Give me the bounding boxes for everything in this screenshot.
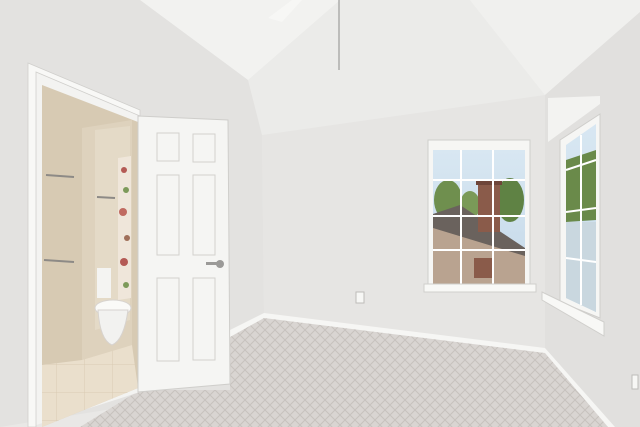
shower-curtain	[118, 156, 131, 300]
room-illustration	[0, 0, 640, 427]
window-back-wall	[423, 139, 537, 293]
wall-outlet	[355, 291, 365, 304]
six-panel-door	[137, 115, 231, 393]
bedroom-photo	[0, 0, 640, 427]
